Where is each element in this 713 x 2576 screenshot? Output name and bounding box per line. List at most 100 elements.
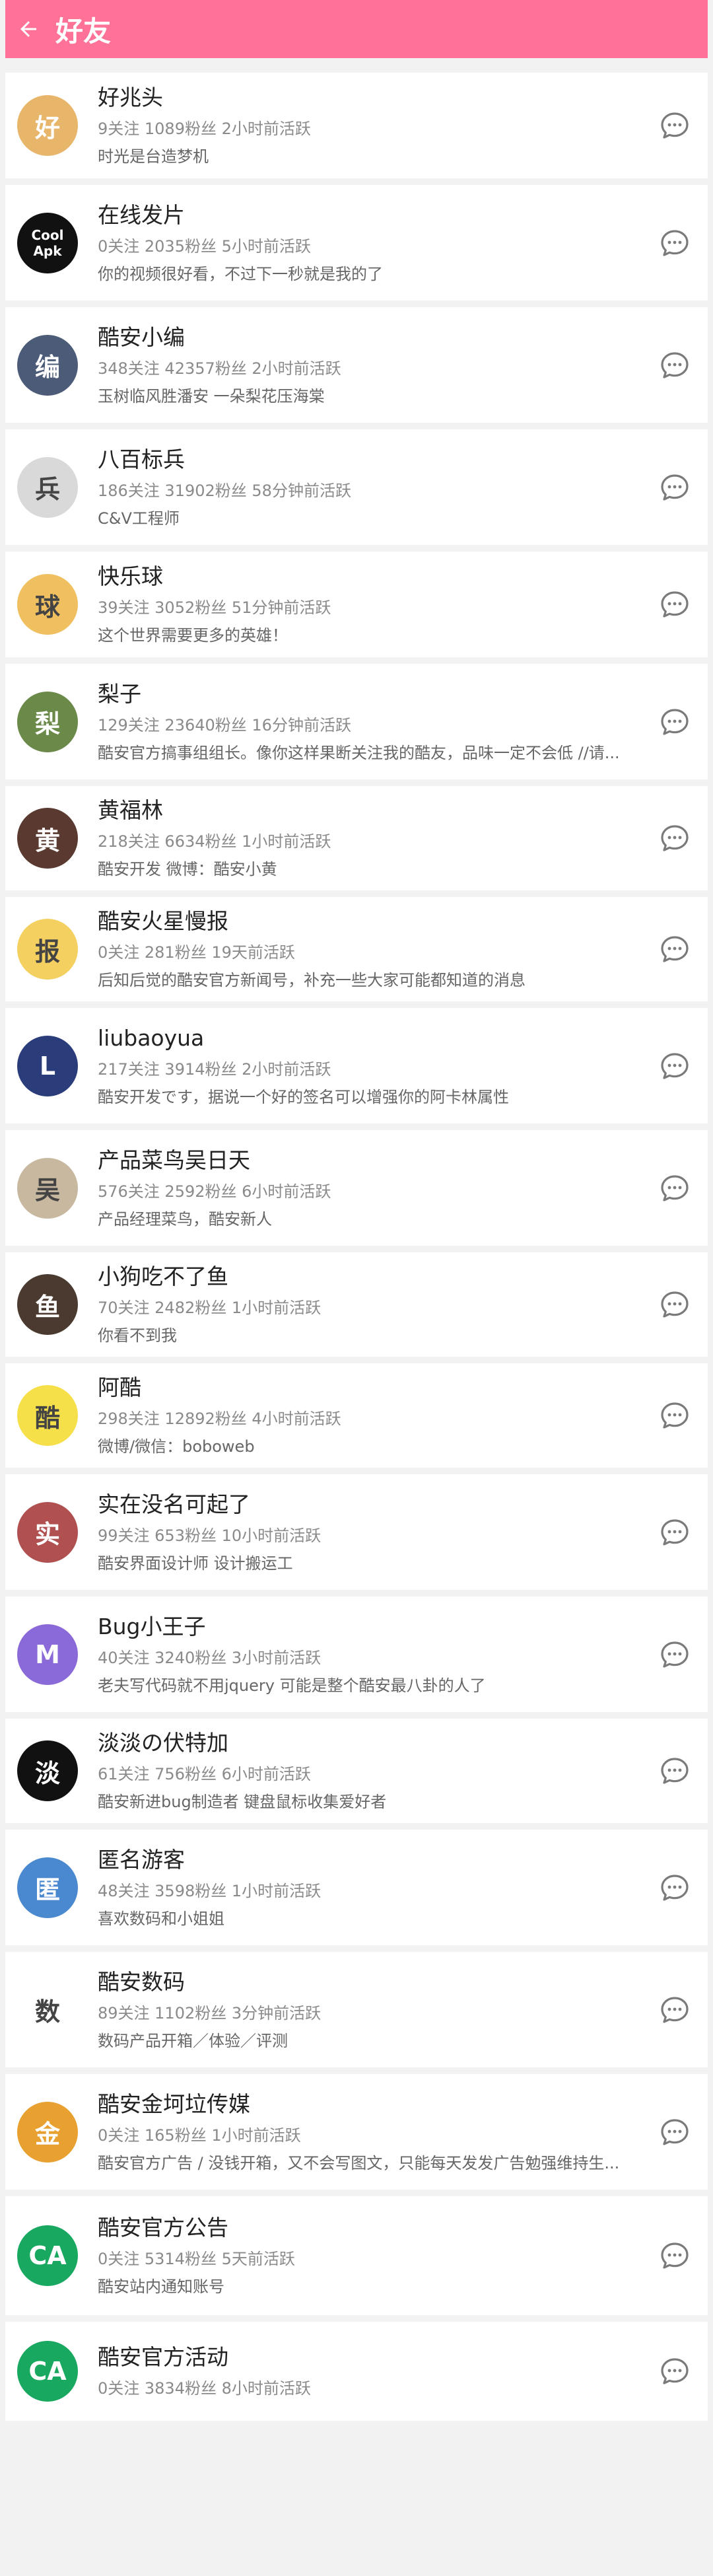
avatar[interactable]: 数 <box>17 1979 78 2040</box>
friend-row[interactable]: 淡淡淡の伏特加 61关注 756粉丝 6小时前活跃 酷安新进bug制造者 键盘鼠标收… <box>5 1719 708 1823</box>
avatar[interactable]: 球 <box>17 574 78 635</box>
message-button[interactable] <box>658 2115 692 2149</box>
friend-row[interactable]: 金酷安金坷垃传媒 0关注 165粉丝 1小时前活跃 酷安官方广告 / 没钱开箱，又不… <box>5 2074 708 2190</box>
avatar[interactable]: 编 <box>17 334 78 396</box>
message-button[interactable] <box>658 348 692 382</box>
friend-bio: 这个世界需要更多的英雄！ <box>98 626 288 645</box>
friend-row[interactable]: CA 酷安官方活动 0关注 3834粉丝 8小时前活跃 <box>5 2322 708 2421</box>
friend-row[interactable]: 数酷安数码 89关注 1102粉丝 3分钟前活跃 数码产品开箱／体验／评测 <box>5 1952 708 2067</box>
avatar[interactable]: CA <box>17 2341 78 2402</box>
friend-name: 小狗吃不了鱼 <box>98 1264 228 1289</box>
message-button[interactable] <box>658 821 692 855</box>
friend-row[interactable]: M Bug小王子 40关注 3240粉丝 3小时前活跃 老夫写代码就不用jquery … <box>5 1596 708 1712</box>
chat-bubble-icon <box>661 2242 689 2269</box>
friend-row[interactable]: 梨梨子 129关注 23640粉丝 16分钟前活跃 酷安官方搞事组组长。像你这样果断… <box>5 664 708 779</box>
message-button[interactable] <box>658 2238 692 2273</box>
friend-name: 快乐球 <box>98 563 163 589</box>
message-button[interactable] <box>658 1515 692 1550</box>
message-button[interactable] <box>658 2354 692 2388</box>
message-button[interactable] <box>658 108 692 143</box>
friend-info: 八百标兵 186关注 31902粉丝 58分钟前活跃 C&V工程师 <box>98 445 639 530</box>
message-button[interactable] <box>658 470 692 505</box>
message-button[interactable] <box>658 1287 692 1322</box>
message-button[interactable] <box>658 226 692 260</box>
avatar[interactable]: M <box>17 1624 78 1685</box>
friend-stats: 48关注 3598粉丝 1小时前活跃 <box>98 1881 322 1900</box>
friend-row[interactable]: 实实在没名可起了 99关注 653粉丝 10小时前活跃 酷安界面设计师 设计搬运工 <box>5 1474 708 1590</box>
friend-bio: 玉树临风胜潘安 一朵梨花压海棠 <box>98 386 325 406</box>
message-button[interactable] <box>658 1171 692 1205</box>
message-button[interactable] <box>658 932 692 966</box>
friend-info: Bug小王子 40关注 3240粉丝 3小时前活跃 老夫写代码就不用jquery 可… <box>98 1612 639 1697</box>
friends-screen: 好友 好好兆头 9关注 1089粉丝 2小时前活跃 时光是台造梦机 Cool Apk 在… <box>0 0 713 2576</box>
friend-row[interactable]: Cool Apk 在线发片 0关注 2035粉丝 5小时前活跃 你的视频很好看，不过下… <box>5 185 708 301</box>
friend-row[interactable]: 球快乐球 39关注 3052粉丝 51分钟前活跃 这个世界需要更多的英雄！ <box>5 552 708 657</box>
friend-bio: 老夫写代码就不用jquery 可能是整个酷安最八卦的人了 <box>98 1676 486 1695</box>
friend-info: 匿名游客 48关注 3598粉丝 1小时前活跃 喜欢数码和小姐姐 <box>98 1845 639 1930</box>
friend-name: 阿酷 <box>98 1375 141 1400</box>
friend-info: 梨子 129关注 23640粉丝 16分钟前活跃 酷安官方搞事组组长。像你这样果断关… <box>98 680 639 764</box>
friend-name: 在线发片 <box>98 201 185 228</box>
chat-bubble-icon <box>661 1174 689 1201</box>
chat-bubble-icon <box>661 1996 689 2023</box>
friend-name: 八百标兵 <box>98 446 185 472</box>
message-button[interactable] <box>658 1637 692 1672</box>
avatar[interactable]: 实 <box>17 1501 78 1563</box>
avatar[interactable]: Cool Apk <box>17 212 78 273</box>
avatar[interactable]: 匿 <box>17 1857 78 1918</box>
back-button[interactable] <box>5 0 51 58</box>
friend-row[interactable]: 好好兆头 9关注 1089粉丝 2小时前活跃 时光是台造梦机 <box>5 73 708 178</box>
chat-bubble-icon <box>661 2118 689 2145</box>
friend-bio: 酷安开发です，据说一个好的签名可以增强你的阿卡林属性 <box>98 1087 510 1106</box>
message-button[interactable] <box>658 1993 692 2027</box>
avatar[interactable]: 好 <box>17 95 78 156</box>
friend-info: 酷安金坷垃传媒 0关注 165粉丝 1小时前活跃 酷安官方广告 / 没钱开箱，又不会… <box>98 2090 639 2174</box>
avatar[interactable]: 金 <box>17 2101 78 2163</box>
friend-name: liubaoyua <box>98 1024 205 1051</box>
message-button[interactable] <box>658 705 692 739</box>
friend-row[interactable]: 匿匿名游客 48关注 3598粉丝 1小时前活跃 喜欢数码和小姐姐 <box>5 1830 708 1945</box>
avatar[interactable]: 兵 <box>17 456 78 518</box>
avatar[interactable]: 酷 <box>17 1385 78 1446</box>
friend-name: Bug小王子 <box>98 1613 206 1639</box>
avatar[interactable]: 报 <box>17 919 78 980</box>
avatar[interactable]: CA <box>17 2225 78 2286</box>
arrow-left-icon <box>20 21 36 37</box>
avatar[interactable]: L <box>17 1035 78 1096</box>
chat-bubble-icon <box>661 1291 689 1318</box>
friend-stats: 70关注 2482粉丝 1小时前活跃 <box>98 1299 322 1317</box>
friend-row[interactable]: 编酷安小编 348关注 42357粉丝 2小时前活跃 玉树临风胜潘安 一朵梨花压海棠 <box>5 307 708 423</box>
avatar[interactable]: 淡 <box>17 1740 78 1801</box>
friend-name: 酷安火星慢报 <box>98 908 228 934</box>
friend-name: 梨子 <box>98 680 141 707</box>
chat-bubble-icon <box>661 825 689 851</box>
avatar[interactable]: 黄 <box>17 808 78 869</box>
chat-bubble-icon <box>661 351 689 378</box>
message-button[interactable] <box>658 1754 692 1788</box>
chat-bubble-icon <box>661 1402 689 1429</box>
friend-info: 快乐球 39关注 3052粉丝 51分钟前活跃 这个世界需要更多的英雄！ <box>98 562 639 647</box>
friend-row[interactable]: 酷阿酷 298关注 12892粉丝 4小时前活跃 微博/微信：boboweb <box>5 1363 708 1468</box>
friend-info: liubaoyua 217关注 3914粉丝 2小时前活跃 酷安开发です，据说一个好… <box>98 1024 639 1108</box>
avatar[interactable]: 吴 <box>17 1157 78 1219</box>
friend-row[interactable]: 兵八百标兵 186关注 31902粉丝 58分钟前活跃 C&V工程师 <box>5 429 708 545</box>
friend-row[interactable]: CA 酷安官方公告 0关注 5314粉丝 5天前活跃 酷安站内通知账号 <box>5 2196 708 2315</box>
friend-bio: 酷安界面设计师 设计搬运工 <box>98 1554 293 1573</box>
friend-name: 酷安官方活动 <box>98 2344 228 2370</box>
friend-bio: C&V工程师 <box>98 509 180 528</box>
friend-stats: 298关注 12892粉丝 4小时前活跃 <box>98 1410 341 1428</box>
friend-bio: 时光是台造梦机 <box>98 147 209 166</box>
avatar[interactable]: 鱼 <box>17 1274 78 1335</box>
message-button[interactable] <box>658 1871 692 1905</box>
friend-row[interactable]: Lliubaoyua 217关注 3914粉丝 2小时前活跃 酷安开发です，据说一个… <box>5 1008 708 1124</box>
message-button[interactable] <box>658 587 692 622</box>
avatar[interactable]: 梨 <box>17 691 78 752</box>
friend-row[interactable]: 黄黄福林 218关注 6634粉丝 1小时前活跃 酷安开发 微博：酷安小黄 <box>5 786 708 890</box>
message-button[interactable] <box>658 1049 692 1083</box>
friend-row[interactable]: 报酷安火星慢报 0关注 281粉丝 19天前活跃 后知后觉的酷安官方新闻号，补充一些… <box>5 897 708 1001</box>
friend-row[interactable]: 吴产品菜鸟吴日天 576关注 2592粉丝 6小时前活跃 产品经理菜鸟，酷安新人 <box>5 1130 708 1246</box>
friend-row[interactable]: 鱼小狗吃不了鱼 70关注 2482粉丝 1小时前活跃 你看不到我 <box>5 1252 708 1357</box>
message-button[interactable] <box>658 1398 692 1433</box>
friend-bio: 酷安官方搞事组组长。像你这样果断关注我的酷友，品味一定不会低 //请... <box>98 743 620 762</box>
friend-info: 阿酷 298关注 12892粉丝 4小时前活跃 微博/微信：boboweb <box>98 1373 639 1458</box>
